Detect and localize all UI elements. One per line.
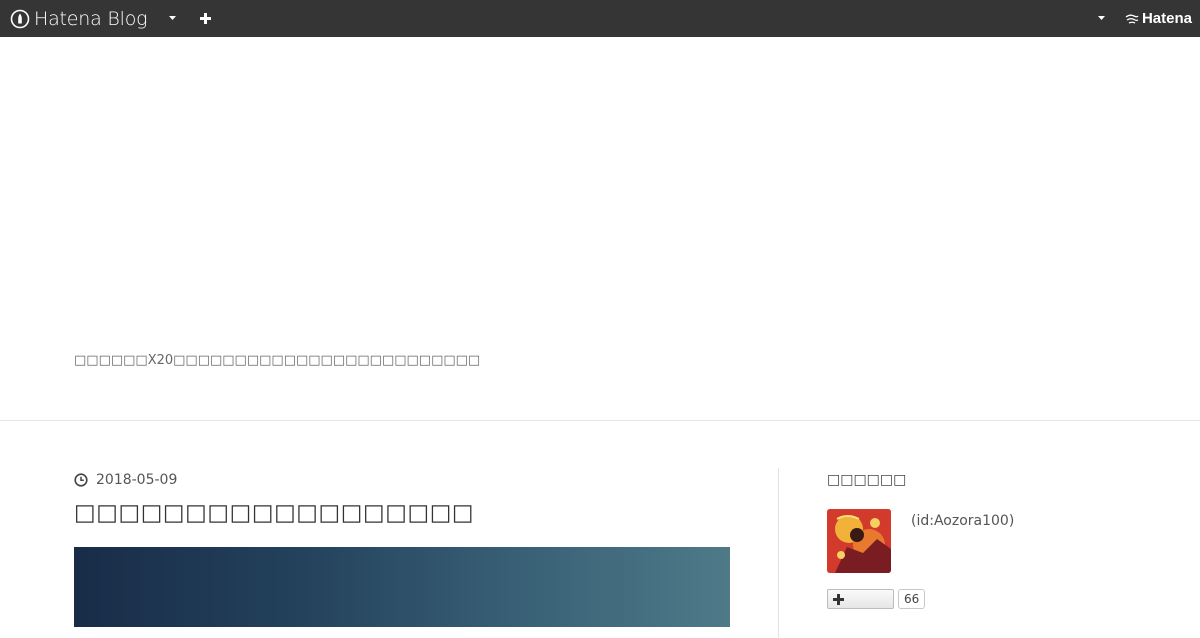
global-header-left: Hatena Blog (0, 0, 217, 37)
chevron-down-icon (1098, 16, 1106, 20)
hatena-link[interactable]: Hatena (1125, 10, 1192, 27)
blog-menu-button[interactable] (161, 0, 183, 37)
entry-main: 2018-05-09 □□□□□□□□□□□□□□□□□□ (74, 468, 730, 627)
subscribe-button[interactable] (827, 589, 894, 609)
chevron-down-icon (168, 16, 176, 20)
avatar[interactable] (827, 509, 891, 573)
profile-module-title: □□□□□□ (827, 472, 907, 488)
hatena-logo-icon (1125, 14, 1139, 24)
subscribe-row: 66 (827, 589, 1157, 609)
sidebar: □□□□□□ (id:Aozora100) 66 (827, 468, 1157, 609)
global-header-right: Hatena (1091, 0, 1200, 37)
hatena-text: Hatena (1141, 10, 1192, 27)
clock-icon (74, 473, 88, 487)
blog-description: □□□□□□X20□□□□□□□□□□□□□□□□□□□□□□□□□ (74, 353, 481, 368)
new-entry-button[interactable] (193, 0, 217, 37)
entry-title[interactable]: □□□□□□□□□□□□□□□□□□ (74, 498, 730, 528)
entry-date-text: 2018-05-09 (96, 472, 178, 488)
logo-text: Hatena Blog (34, 7, 148, 30)
blog-header: □□□□□□X20□□□□□□□□□□□□□□□□□□□□□□□□□ (0, 37, 1200, 421)
plus-icon (833, 593, 844, 605)
avatar-image (827, 509, 891, 573)
entry-image (74, 547, 730, 627)
plus-icon (199, 13, 211, 24)
hatena-blog-logo-icon (10, 9, 30, 28)
content-divider (778, 468, 779, 638)
entry-date[interactable]: 2018-05-09 (74, 468, 730, 492)
hatena-blog-logo[interactable]: Hatena Blog (10, 7, 148, 30)
subscriber-count[interactable]: 66 (898, 589, 926, 609)
profile-id[interactable]: (id:Aozora100) (911, 513, 1014, 529)
profile-row: (id:Aozora100) (827, 509, 1157, 573)
global-header: Hatena Blog Hatena (0, 0, 1200, 37)
account-menu-button[interactable] (1091, 0, 1113, 37)
